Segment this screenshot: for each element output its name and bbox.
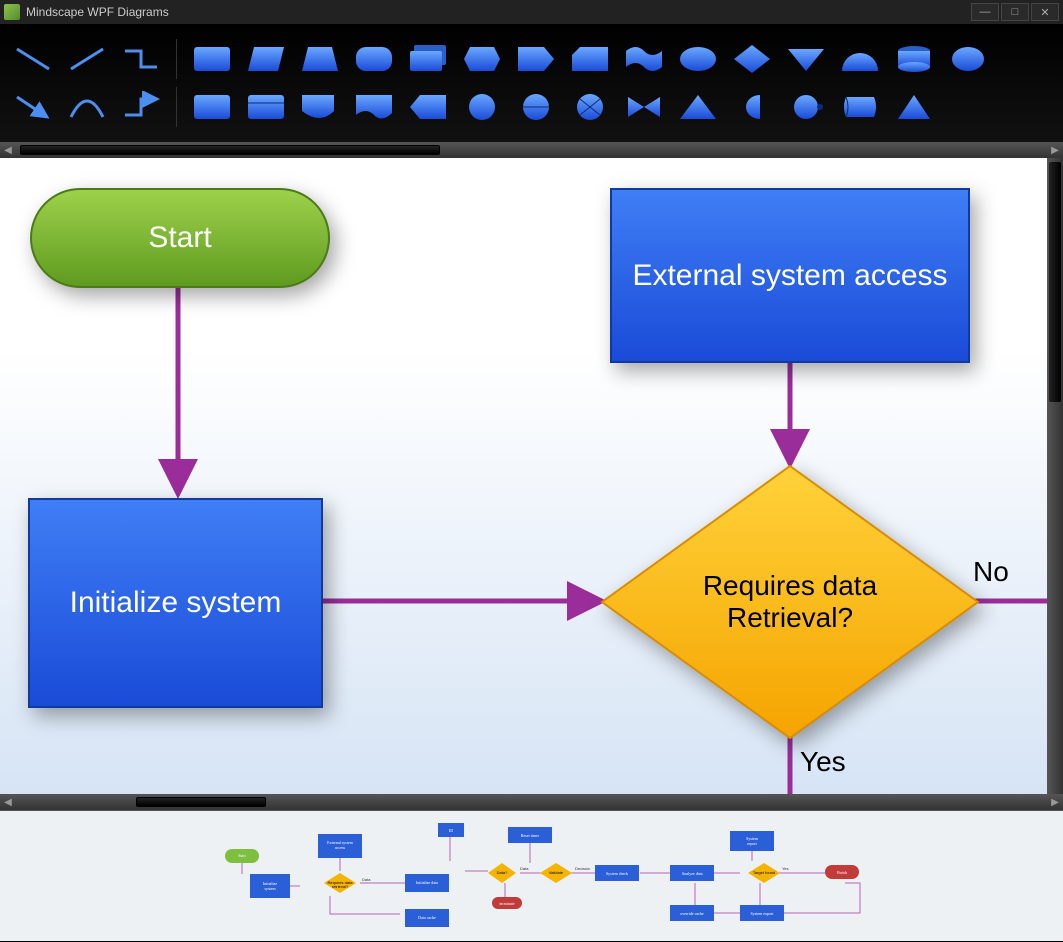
svg-text:Target found: Target found — [753, 870, 775, 875]
canvas-vertical-scrollbar[interactable] — [1047, 158, 1063, 794]
svg-text:System export: System export — [751, 911, 775, 916]
svg-text:Data?: Data? — [497, 870, 508, 875]
shape-card-icon[interactable] — [567, 39, 613, 79]
toolbar-divider — [176, 87, 177, 127]
svg-text:access: access — [335, 845, 346, 850]
shape-hstripe-icon[interactable] — [243, 87, 289, 127]
svg-text:terminate: terminate — [499, 901, 514, 906]
connector-arrow-down-icon[interactable] — [10, 87, 56, 127]
shape-parallelogram-icon[interactable] — [243, 39, 289, 79]
shape-roundrect-icon[interactable] — [351, 39, 397, 79]
shape-chord-icon[interactable] — [837, 39, 883, 79]
shape-triangle-down-icon[interactable] — [783, 39, 829, 79]
svg-text:override cache: override cache — [680, 911, 704, 916]
shape-stacked-icon[interactable] — [405, 39, 451, 79]
flowchart-node-start[interactable]: Start — [30, 188, 330, 288]
edge-label-yes: Yes — [800, 746, 846, 778]
canvas-horizontal-scrollbar[interactable]: ◀ ▶ — [0, 794, 1063, 810]
shape-cylinder2-icon[interactable] — [837, 87, 883, 127]
edge-label-no: No — [973, 556, 1009, 588]
window-titlebar: Mindscape WPF Diagrams — □ ✕ — [0, 0, 1063, 24]
connector-arc-icon[interactable] — [64, 87, 110, 127]
shape-rect-icon[interactable] — [189, 39, 235, 79]
svg-text:Validate: Validate — [549, 870, 564, 875]
window-title: Mindscape WPF Diagrams — [26, 5, 969, 19]
shape-triangle-up-icon[interactable] — [675, 87, 721, 127]
shape-doc-icon[interactable] — [351, 87, 397, 127]
svg-text:System check: System check — [606, 871, 628, 876]
flowchart-node-initialize[interactable]: Initialize system — [28, 498, 323, 708]
svg-text:Initialize data: Initialize data — [416, 880, 438, 885]
shape-hexagon-icon[interactable] — [459, 39, 505, 79]
svg-text:ID: ID — [449, 828, 453, 833]
shape-circle-h-icon[interactable] — [513, 87, 559, 127]
svg-text:Data: Data — [520, 866, 529, 871]
svg-text:Reset timer: Reset timer — [521, 833, 540, 838]
shape-trapezoid-icon[interactable] — [297, 39, 343, 79]
connector-line-down-icon[interactable] — [10, 39, 56, 79]
node-label: Start — [148, 221, 211, 255]
diagram-canvas[interactable]: Start External system access Initialize … — [0, 158, 1047, 794]
connector-step-icon[interactable] — [118, 39, 164, 79]
shape-diamond-icon[interactable] — [729, 39, 775, 79]
shape-circle-icon[interactable] — [459, 87, 505, 127]
flowchart-node-decision[interactable]: Requires data Retrieval? — [600, 464, 980, 740]
shape-triangle-up2-icon[interactable] — [891, 87, 937, 127]
node-label: External system access — [612, 259, 967, 293]
svg-text:Analyze data: Analyze data — [682, 871, 703, 876]
svg-text:Decision: Decision — [575, 866, 590, 871]
svg-text:report: report — [747, 841, 757, 846]
svg-text:Finish: Finish — [837, 870, 847, 875]
scroll-right-icon[interactable]: ▶ — [1047, 142, 1063, 158]
shape-pentagon-right-icon[interactable] — [513, 39, 559, 79]
shape-display-icon[interactable] — [297, 87, 343, 127]
svg-text:retrieval?: retrieval? — [332, 884, 349, 889]
toolbar-divider — [176, 39, 177, 79]
close-button[interactable]: ✕ — [1031, 3, 1059, 21]
shape-rect2-icon[interactable] — [189, 87, 235, 127]
svg-text:Data: Data — [362, 877, 371, 882]
node-label: Requires data Retrieval? — [600, 464, 980, 740]
shape-toolbar — [0, 24, 1063, 142]
shape-connector-circle-icon[interactable] — [783, 87, 829, 127]
svg-text:system: system — [264, 886, 276, 891]
scroll-right-icon[interactable]: ▶ — [1047, 794, 1063, 810]
maximize-button[interactable]: □ — [1001, 3, 1029, 21]
svg-text:Data cache: Data cache — [418, 915, 436, 920]
minimize-button[interactable]: — — [971, 3, 999, 21]
toolbar-scrollbar[interactable]: ◀ ▶ — [0, 142, 1063, 158]
scroll-left-icon[interactable]: ◀ — [0, 142, 16, 158]
shape-halfcircle-left-icon[interactable] — [729, 87, 775, 127]
connector-step2-icon[interactable] — [118, 87, 164, 127]
shape-bowtie-icon[interactable] — [621, 87, 667, 127]
svg-text:Start: Start — [238, 853, 246, 858]
node-label: Initialize system — [40, 586, 312, 620]
shape-circle-x-icon[interactable] — [567, 87, 613, 127]
shape-wave-icon[interactable] — [621, 39, 667, 79]
overview-panel[interactable]: Start Initializesystem External systemac… — [0, 810, 1063, 941]
flowchart-node-external-access[interactable]: External system access — [610, 188, 970, 363]
shape-pentagon-left-icon[interactable] — [405, 87, 451, 127]
scroll-left-icon[interactable]: ◀ — [0, 794, 16, 810]
shape-ellipse-icon[interactable] — [675, 39, 721, 79]
app-logo-icon — [4, 4, 20, 20]
svg-text:Yes: Yes — [782, 866, 789, 871]
shape-cylinder-icon[interactable] — [891, 39, 937, 79]
shape-ellipse2-icon[interactable] — [945, 39, 991, 79]
connector-line-up-icon[interactable] — [64, 39, 110, 79]
